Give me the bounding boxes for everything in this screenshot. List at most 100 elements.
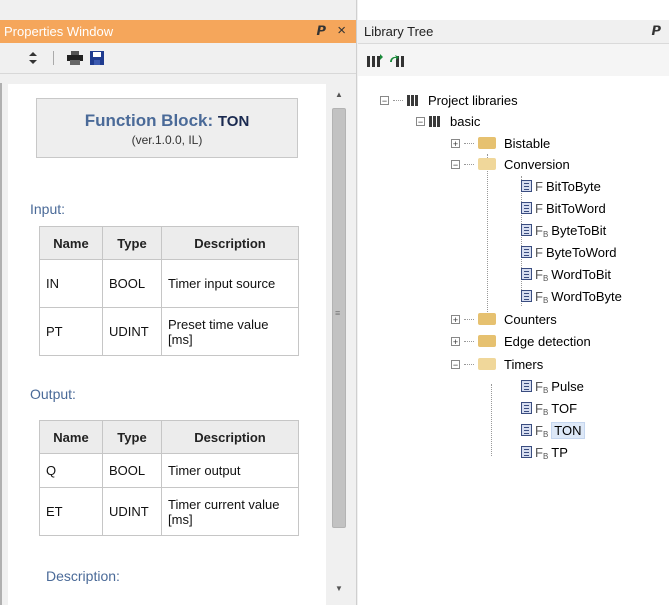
column-header-name: Name [39,420,103,454]
function-icon: F [521,201,543,216]
tree-node-label: Counters [504,311,557,327]
library-tree-title: Library Tree [364,24,434,39]
tree-node-conversion[interactable]: − Conversion [451,155,570,173]
expand-icon[interactable]: + [451,336,460,346]
input-section-label: Input: [30,201,66,217]
library-tree-titlebar: Library Tree 𝞠 [358,20,669,44]
param-description: Timer input source [161,259,299,308]
properties-toolbar [0,43,356,74]
function-block-icon: FB [521,267,548,283]
tree-node-label-selected: TON [551,421,585,439]
output-section-label: Output: [30,386,76,402]
param-name: IN [39,259,103,308]
scrollbar-thumb[interactable] [332,108,346,528]
tree-node-basic[interactable]: − basic [416,112,480,130]
close-icon[interactable]: × [337,22,346,39]
table-row: ET UDINT Timer current value [ms] [39,487,299,536]
expand-icon[interactable]: + [451,138,460,148]
table-row: PT UDINT Preset time value [ms] [39,307,299,356]
folder-icon [478,313,496,325]
param-type: UDINT [102,307,162,356]
tree-leaf-wordtobit[interactable]: FB WordToBit [521,265,611,283]
scroll-down-arrow-icon[interactable]: ▼ [335,584,343,593]
param-type: BOOL [102,259,162,308]
library-tree-panel: Library Tree 𝞠 − Project libraries − bas… [358,0,669,605]
folder-icon [478,335,496,347]
param-name: PT [39,307,103,356]
column-header-name: Name [39,226,103,260]
tree-leaf-bittobyte[interactable]: F BitToByte [521,177,601,195]
tree-node-label: Timers [504,356,544,372]
function-block-icon: FB [521,401,548,417]
library-icon [429,115,440,127]
library-tree: − Project libraries − basic + Bistable −… [358,76,669,605]
tree-node-label: Edge detection [504,333,591,349]
tree-node-timers[interactable]: − Timers [451,355,543,373]
pin-icon[interactable]: 𝞠 [651,23,661,39]
function-block-icon: FB [521,445,548,461]
collapse-icon[interactable]: − [416,116,425,126]
column-header-type: Type [102,420,162,454]
param-name: Q [39,453,103,488]
properties-scrollbar[interactable]: ▲ ≡ ▼ [330,84,348,605]
function-block-prefix: Function Block: [84,111,214,130]
tree-leaf-bittoword[interactable]: F BitToWord [521,199,606,217]
open-folder-icon [478,358,496,370]
tree-node-edge-detection[interactable]: + Edge detection [451,332,591,350]
function-block-icon: FB [521,423,548,439]
description-section-label: Description: [46,568,120,584]
sort-icon[interactable] [24,49,42,67]
tree-leaf-bytetobit[interactable]: FB ByteToBit [521,221,606,239]
library-manager-icon[interactable] [366,52,384,70]
table-row: Q BOOL Timer output [39,453,299,488]
properties-window-titlebar: Properties Window 𝞠 × [0,20,356,43]
tree-node-label: ByteToWord [545,244,617,260]
param-name: ET [39,487,103,536]
properties-window: Properties Window 𝞠 × Function Block: TO… [0,0,357,605]
tree-node-label: basic [450,113,481,129]
collapse-icon[interactable]: − [380,95,389,105]
tree-node-label: Conversion [504,156,570,172]
tree-node-label: Pulse [551,378,584,394]
param-type: BOOL [102,453,162,488]
param-description: Preset time value [ms] [161,307,299,356]
refresh-libraries-icon[interactable] [390,52,408,70]
function-block-icon: FB [521,379,548,395]
tree-node-label: Bistable [504,135,551,151]
function-block-title: Function Block: TON [37,111,297,131]
tree-node-label: WordToBit [551,266,612,282]
table-row: IN BOOL Timer input source [39,259,299,308]
tree-leaf-ton[interactable]: FB TON [521,421,585,439]
tree-leaf-tof[interactable]: FB TOF [521,399,577,417]
pin-icon[interactable]: 𝞠 [316,23,326,39]
scroll-up-arrow-icon[interactable]: ▲ [335,90,343,99]
panel-border [0,83,8,605]
properties-content: Function Block: TON (ver.1.0.0, IL) Inpu… [8,84,326,605]
function-icon: F [521,245,543,260]
tree-node-label: BitToByte [545,178,601,194]
tree-leaf-pulse[interactable]: FB Pulse [521,377,584,395]
function-block-header: Function Block: TON (ver.1.0.0, IL) [36,98,298,158]
properties-window-title: Properties Window [4,24,114,39]
function-block-icon: FB [521,289,548,305]
print-icon[interactable] [66,49,84,67]
tree-leaf-bytetoword[interactable]: F ByteToWord [521,243,617,261]
function-block-icon: FB [521,223,548,239]
tree-leaf-tp[interactable]: FB TP [521,443,568,461]
expand-icon[interactable]: + [451,314,460,324]
collapse-icon[interactable]: − [451,159,460,169]
tree-node-project-libraries[interactable]: − Project libraries [380,91,518,109]
collapse-icon[interactable]: − [451,359,460,369]
tree-node-counters[interactable]: + Counters [451,310,557,328]
input-table: Name Type Description IN BOOL Timer inpu… [39,226,299,356]
tree-node-bistable[interactable]: + Bistable [451,134,550,152]
save-icon[interactable] [88,49,106,67]
scrollbar-grip-icon: ≡ [335,308,341,318]
tree-guide-line [487,154,488,314]
param-description: Timer current value [ms] [161,487,299,536]
tree-leaf-wordtobyte[interactable]: FB WordToByte [521,287,622,305]
open-folder-icon [478,158,496,170]
library-tree-toolbar [358,44,669,76]
tree-node-label: TP [551,444,568,460]
function-block-name: TON [217,113,250,130]
